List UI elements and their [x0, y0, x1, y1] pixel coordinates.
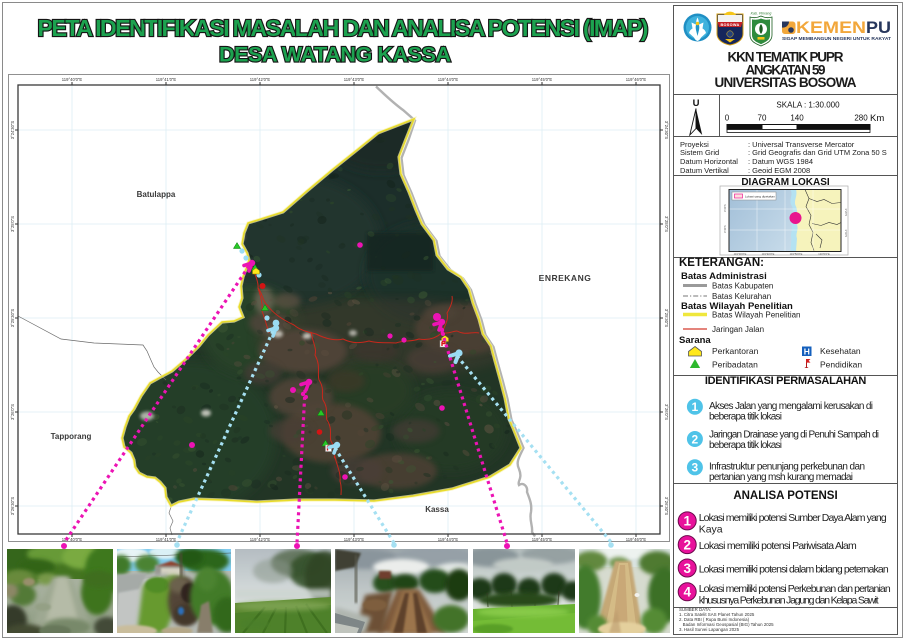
- svg-text:Km: Km: [870, 113, 884, 124]
- svg-text:3°20'S: 3°20'S: [723, 204, 727, 212]
- svg-text:70: 70: [758, 114, 767, 123]
- svg-text:Lokasi memiliki potensi Perkeb: Lokasi memiliki potensi Perkebunan dan p…: [699, 583, 891, 595]
- svg-text:3: 3: [692, 461, 699, 475]
- svg-text:beberapa titik lokasi: beberapa titik lokasi: [709, 440, 782, 451]
- svg-text:KEMEN: KEMEN: [796, 19, 866, 37]
- svg-text:280: 280: [854, 114, 868, 123]
- svg-text:3°25'0"S: 3°25'0"S: [664, 216, 669, 232]
- svg-text:3°20'S: 3°20'S: [844, 209, 848, 217]
- svg-text:Peribadatan: Peribadatan: [712, 360, 758, 369]
- svg-text:4: 4: [683, 585, 691, 600]
- svg-text:Kaya: Kaya: [699, 524, 723, 536]
- svg-text:Jaringan Drainase yang di Penu: Jaringan Drainase yang di Penuhi Sampah …: [709, 430, 879, 441]
- svg-text:119°46'0"E: 119°46'0"E: [626, 77, 647, 82]
- svg-text:Lokasi memiliki potensi Pariwi: Lokasi memiliki potensi Pariwisata Alam: [699, 540, 857, 552]
- svg-text:ENREKANG: ENREKANG: [539, 273, 592, 283]
- svg-text:119°44'0"E: 119°44'0"E: [438, 537, 459, 541]
- svg-text:2: 2: [683, 537, 691, 552]
- svg-text:3: 3: [683, 561, 691, 576]
- svg-text:Pendidikan: Pendidikan: [820, 360, 862, 369]
- svg-text:3°25'0"S: 3°25'0"S: [10, 216, 15, 232]
- svg-text:119°40'0"E: 119°40'0"E: [62, 537, 83, 541]
- svg-text:Lokasi memiliki potensi Sumber: Lokasi memiliki potensi Sumber Daya Alam…: [699, 512, 887, 524]
- svg-text:0: 0: [725, 114, 730, 123]
- svg-text:Perkantoran: Perkantoran: [712, 346, 759, 356]
- svg-text:1: 1: [683, 514, 691, 529]
- svg-text:SIGAP MEMBANGUN NEGERI UNTUK R: SIGAP MEMBANGUN NEGERI UNTUK RAKYAT: [782, 36, 892, 41]
- svg-text:119°44'0"E: 119°44'0"E: [438, 77, 459, 82]
- svg-text:3°26'30"S: 3°26'30"S: [10, 497, 15, 516]
- svg-text:H: H: [804, 346, 810, 356]
- svg-text:2: 2: [692, 432, 699, 446]
- svg-text:119°41'0"E: 119°41'0"E: [156, 77, 177, 82]
- svg-text:pertanian yang msh kurang mema: pertanian yang msh kurang memadai: [709, 472, 853, 483]
- svg-text:119°45'0"E: 119°45'0"E: [532, 77, 553, 82]
- svg-text:Jaringan Jalan: Jaringan Jalan: [712, 325, 764, 334]
- svg-text:Batas Administrasi: Batas Administrasi: [681, 271, 767, 282]
- svg-text:DESA WATANG KASSA: DESA WATANG KASSA: [219, 42, 451, 66]
- svg-text:3°40'S: 3°40'S: [723, 225, 727, 233]
- svg-text:U: U: [693, 98, 700, 109]
- svg-text:BOSOWA: BOSOWA: [720, 23, 739, 27]
- svg-text:Lokasi yang dipetakan: Lokasi yang dipetakan: [745, 194, 775, 198]
- svg-text:PU: PU: [866, 19, 891, 37]
- svg-text:119°43'0"E: 119°43'0"E: [344, 537, 365, 541]
- svg-text:1: 1: [692, 400, 699, 414]
- svg-text:Kab. Pinrang: Kab. Pinrang: [751, 12, 772, 16]
- svg-text:PETA IDENTIFIKASI MASALAH DAN: PETA IDENTIFIKASI MASALAH DAN ANALISA PO…: [38, 15, 649, 41]
- svg-text:Batas Kelurahan: Batas Kelurahan: [712, 292, 771, 301]
- svg-text:khususnya Perkebunan Jagung da: khususnya Perkebunan Jagung dan Kelapa S…: [699, 595, 879, 606]
- svg-text:UNIVERSITAS BOSOWA: UNIVERSITAS BOSOWA: [715, 75, 857, 90]
- svg-text:119°46'0"E: 119°46'0"E: [626, 537, 647, 541]
- svg-text:3°26'0"S: 3°26'0"S: [664, 404, 669, 420]
- svg-text:Batulappa: Batulappa: [137, 190, 176, 199]
- svg-text:Kassa: Kassa: [425, 505, 449, 514]
- svg-text:KETERANGAN:: KETERANGAN:: [679, 257, 764, 269]
- svg-text:3°24'30"S: 3°24'30"S: [664, 121, 669, 140]
- svg-text:119°40'0"E: 119°40'0"E: [62, 77, 83, 82]
- svg-text:3°26'0"S: 3°26'0"S: [10, 404, 15, 420]
- svg-text:3°25'30"S: 3°25'30"S: [10, 309, 15, 328]
- svg-text:3°40'S: 3°40'S: [844, 230, 848, 238]
- svg-text:Kesehatan: Kesehatan: [820, 346, 861, 356]
- svg-text:Batas Wilayah Penelitian: Batas Wilayah Penelitian: [712, 311, 801, 320]
- svg-text:SKALA : 1:30.000: SKALA : 1:30.000: [776, 101, 840, 110]
- svg-text:Akses Jalan yang mengalami ker: Akses Jalan yang mengalami kerusakan di: [709, 401, 873, 412]
- svg-text:3°24'30"S: 3°24'30"S: [10, 121, 15, 140]
- svg-text:119°43'0"E: 119°43'0"E: [344, 77, 365, 82]
- svg-text:119°42'0"E: 119°42'0"E: [250, 537, 271, 541]
- svg-text:3°26'30"S: 3°26'30"S: [664, 497, 669, 516]
- svg-text:119°45'0"E: 119°45'0"E: [532, 537, 553, 541]
- svg-text:Infrastruktur penunjang perkeb: Infrastruktur penunjang perkebunan dan: [709, 462, 865, 473]
- svg-text:Lokasi memiliki potensi dalam: Lokasi memiliki potensi dalam bidang pet…: [699, 564, 889, 576]
- svg-text:119°42'0"E: 119°42'0"E: [250, 77, 271, 82]
- svg-text:beberapa titik lokasi: beberapa titik lokasi: [709, 412, 782, 423]
- svg-text:Batas Kabupaten: Batas Kabupaten: [712, 282, 773, 291]
- svg-text:119°41'0"E: 119°41'0"E: [156, 537, 177, 541]
- svg-text:140: 140: [790, 114, 804, 123]
- svg-text:Tapporang: Tapporang: [51, 432, 92, 441]
- svg-text:3°25'30"S: 3°25'30"S: [664, 309, 669, 328]
- svg-text:Sarana: Sarana: [679, 335, 711, 346]
